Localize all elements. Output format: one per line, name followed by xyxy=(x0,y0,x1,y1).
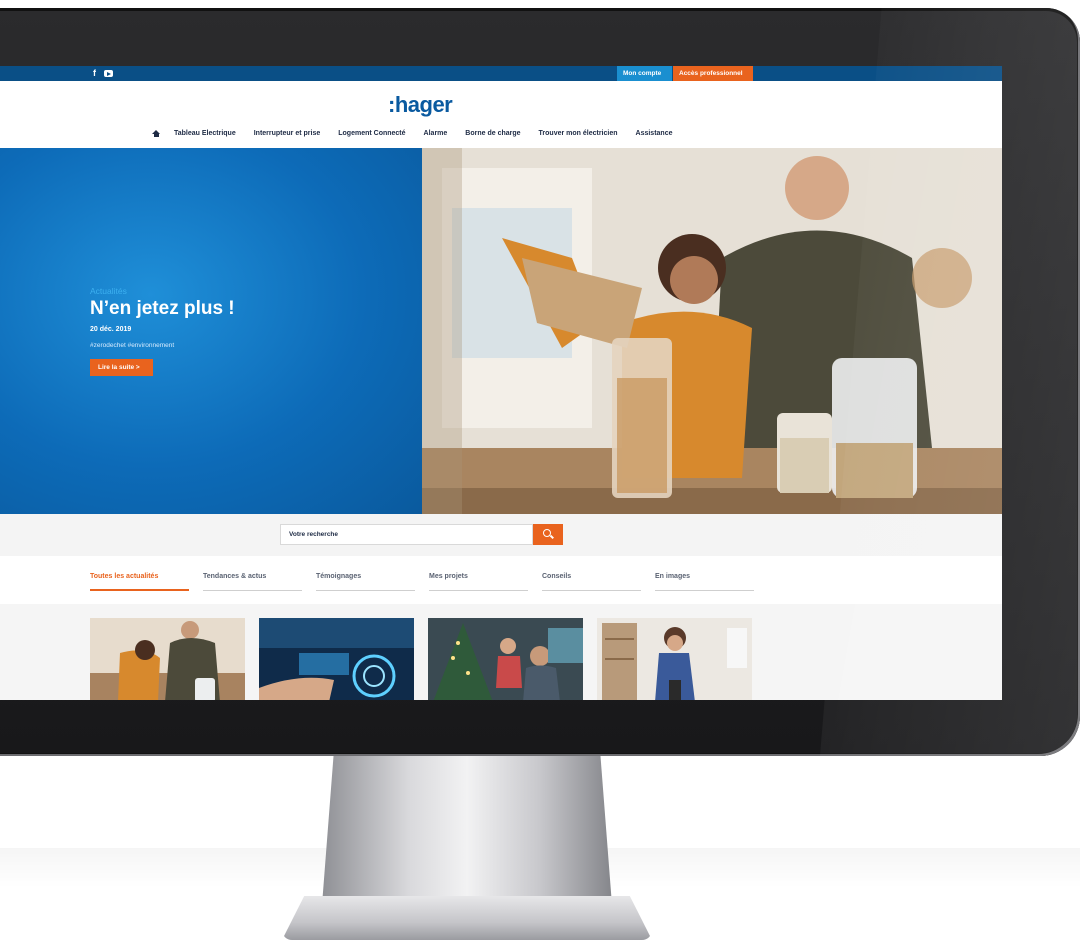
tab-testimonials[interactable]: Témoignages xyxy=(316,573,415,591)
card-photo-family xyxy=(90,618,245,700)
site-header: :hager Tableau Electrique Interrupteur e… xyxy=(0,81,1002,148)
monitor-stand-base xyxy=(282,896,652,940)
hero-category: Actualités xyxy=(90,286,127,296)
home-icon[interactable] xyxy=(152,130,160,137)
social-links: f xyxy=(93,68,113,79)
hero-title: N’en jetez plus ! xyxy=(90,298,235,319)
nav-item-tableau[interactable]: Tableau Electrique xyxy=(174,130,236,137)
facebook-icon[interactable]: f xyxy=(93,68,96,79)
news-tabs: Toutes les actualités Tendances & actus … xyxy=(0,556,1002,604)
card-photo-christmas xyxy=(428,618,583,700)
monitor-bezel: f Mon compte > Accès professionnel > :ha… xyxy=(0,8,1080,756)
tab-trends[interactable]: Tendances & actus xyxy=(203,573,302,591)
tab-projects[interactable]: Mes projets xyxy=(429,573,528,591)
my-account-button[interactable]: Mon compte > xyxy=(617,66,672,92)
tab-all-news[interactable]: Toutes les actualités xyxy=(90,573,189,591)
hero-photo xyxy=(422,148,1002,514)
nav-item-interrupteur[interactable]: Interrupteur et prise xyxy=(254,130,321,137)
hero-date: 20 déc. 2019 xyxy=(90,326,132,333)
news-card[interactable] xyxy=(597,618,752,700)
hero-tags: #zerodechet #environnement xyxy=(90,342,175,349)
read-more-button[interactable]: Lire la suite > xyxy=(90,359,153,376)
nav-item-alarme[interactable]: Alarme xyxy=(424,130,448,137)
nav-item-electricien[interactable]: Trouver mon électricien xyxy=(539,130,618,137)
pro-access-button[interactable]: Accès professionnel > xyxy=(673,66,753,92)
utility-bar: f Mon compte > Accès professionnel > xyxy=(0,66,1002,92)
tab-images[interactable]: En images xyxy=(655,573,754,591)
search-input[interactable]: Votre recherche xyxy=(280,524,533,545)
card-photo-car-dashboard xyxy=(259,618,414,700)
youtube-icon[interactable] xyxy=(104,70,113,77)
tab-advice[interactable]: Conseils xyxy=(542,573,641,591)
nav-item-assistance[interactable]: Assistance xyxy=(636,130,673,137)
news-cards xyxy=(0,604,1002,700)
news-card[interactable] xyxy=(90,618,245,700)
hager-logo[interactable]: :hager xyxy=(388,92,453,118)
hero-text-panel: Actualités N’en jetez plus ! 20 déc. 201… xyxy=(0,148,422,514)
card-photo-girl-room xyxy=(597,618,752,700)
hero-photo-illustration xyxy=(422,148,1002,514)
monitor-stand-neck xyxy=(322,755,612,905)
main-nav: Tableau Electrique Interrupteur et prise… xyxy=(152,130,690,137)
news-card[interactable] xyxy=(259,618,414,700)
nav-item-borne[interactable]: Borne de charge xyxy=(465,130,520,137)
news-card[interactable] xyxy=(428,618,583,700)
monitor-screen: f Mon compte > Accès professionnel > :ha… xyxy=(0,66,1002,700)
hero-banner: Actualités N’en jetez plus ! 20 déc. 201… xyxy=(0,148,1002,514)
nav-item-logement[interactable]: Logement Connecté xyxy=(338,130,405,137)
search-icon xyxy=(543,529,551,537)
search-band: Votre recherche xyxy=(0,514,1002,556)
search-button[interactable] xyxy=(533,524,563,545)
